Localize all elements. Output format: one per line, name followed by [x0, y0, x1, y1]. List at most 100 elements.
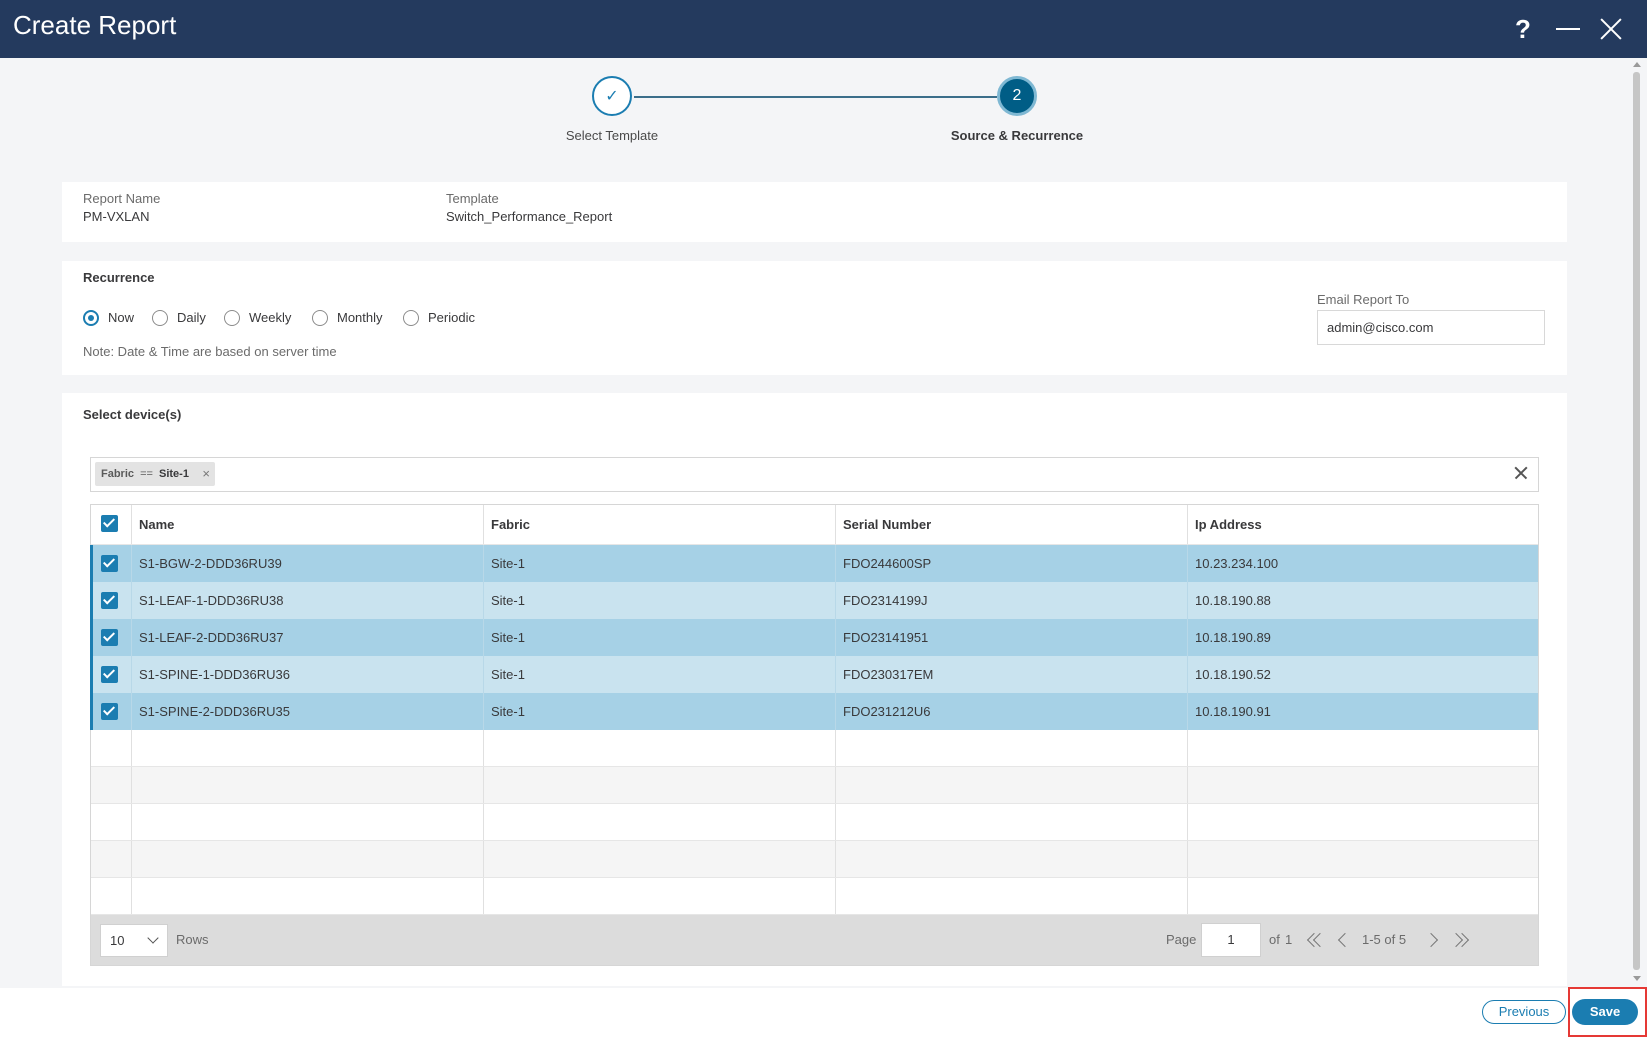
row-checkbox[interactable]	[101, 629, 118, 646]
save-button[interactable]: Save	[1572, 999, 1638, 1025]
cell-name-text: S1-LEAF-1-DDD36RU38	[139, 593, 284, 608]
column-header-name-text: Name	[139, 517, 175, 532]
cell-ip-text: 10.18.190.52	[1195, 667, 1271, 682]
cell-fabric: Site-1	[483, 545, 836, 582]
cell-fabric: Site-1	[483, 619, 836, 656]
total-pages: 1	[1285, 932, 1293, 947]
cell-serial-text: FDO2314199J	[843, 593, 928, 608]
step-select-template-label[interactable]: Select Template	[492, 128, 732, 143]
filter-bar[interactable]: Fabric == Site-1 ×	[90, 457, 1539, 492]
vertical-scrollbar[interactable]	[1629, 58, 1647, 988]
table-header: Name Fabric Serial Number Ip Address	[91, 505, 1538, 545]
scroll-up-arrow-icon[interactable]	[1633, 62, 1641, 67]
email-field[interactable]	[1317, 310, 1545, 345]
column-header-fabric[interactable]: Fabric	[483, 505, 836, 544]
range-text: 1-5 of 5	[1362, 932, 1407, 947]
column-header-serial[interactable]: Serial Number	[835, 505, 1188, 544]
footer-bar	[0, 988, 1647, 1037]
radio-now-indicator	[83, 310, 99, 326]
cell-fabric: Site-1	[483, 582, 836, 619]
rows-per-page-value: 10	[110, 933, 125, 948]
cell-fabric-text: Site-1	[491, 704, 525, 719]
window-header: Create Report ?	[0, 0, 1647, 58]
empty-cell	[483, 804, 836, 840]
empty-cell	[131, 767, 484, 803]
radio-now-label: Now	[108, 310, 135, 325]
cell-ip: 10.18.190.91	[1187, 693, 1539, 730]
row-checkbox[interactable]	[101, 592, 118, 609]
radio-daily-label: Daily	[177, 310, 206, 325]
step-source-recurrence-number: 2	[997, 76, 1037, 116]
table-row[interactable]: S1-LEAF-2-DDD36RU37 Site-1 FDO23141951 1…	[90, 619, 1538, 656]
step-select-template-check-icon[interactable]: ✓	[592, 76, 632, 116]
radio-periodic-label: Periodic	[428, 310, 475, 325]
table-row[interactable]: S1-SPINE-1-DDD36RU36 Site-1 FDO230317EM …	[90, 656, 1538, 693]
cell-ip: 10.23.234.100	[1187, 545, 1539, 582]
rows-per-page-select[interactable]: 10	[100, 924, 168, 957]
filter-chip: Fabric == Site-1 ×	[95, 462, 215, 486]
empty-cell	[131, 730, 484, 766]
table-row[interactable]: S1-SPINE-2-DDD36RU35 Site-1 FDO231212U6 …	[90, 693, 1539, 730]
next-page-icon[interactable]	[1423, 932, 1441, 948]
recurrence-panel: Recurrence Now Daily Weekly Monthly Peri…	[62, 261, 1567, 375]
row-checkbox[interactable]	[101, 666, 118, 683]
row-checkbox-cell	[91, 545, 132, 582]
empty-cell	[835, 841, 1188, 877]
row-checkbox-cell	[91, 619, 132, 656]
select-all-checkbox[interactable]	[101, 515, 118, 532]
wizard-connector	[634, 96, 997, 98]
row-checkbox-cell	[91, 656, 132, 693]
cell-name: S1-SPINE-2-DDD36RU35	[131, 693, 484, 730]
row-checkbox[interactable]	[101, 703, 118, 720]
column-header-ip-text: Ip Address	[1195, 517, 1262, 532]
window-title: Create Report	[13, 10, 177, 40]
cell-fabric-text: Site-1	[491, 667, 525, 682]
cell-serial-text: FDO230317EM	[843, 667, 934, 682]
empty-cell	[483, 730, 836, 766]
clear-filter-icon[interactable]	[1512, 464, 1530, 482]
scroll-down-arrow-icon[interactable]	[1633, 976, 1641, 981]
row-checkbox[interactable]	[101, 555, 118, 572]
cell-fabric-text: Site-1	[491, 556, 525, 571]
cell-name-text: S1-SPINE-2-DDD36RU35	[139, 704, 290, 719]
cell-ip-text: 10.18.190.91	[1195, 704, 1271, 719]
step-source-recurrence-label: Source & Recurrence	[950, 128, 1084, 143]
cell-ip: 10.18.190.88	[1187, 582, 1539, 619]
pagination-bar: 10 Rows Page 1 of 1 1-5 of 5	[91, 915, 1538, 965]
scroll-thumb[interactable]	[1633, 72, 1640, 970]
previous-button[interactable]: Previous	[1482, 1000, 1566, 1024]
empty-cell	[91, 878, 132, 914]
table-row[interactable]: S1-BGW-2-DDD36RU39 Site-1 FDO244600SP 10…	[90, 545, 1539, 582]
table-row[interactable]: S1-LEAF-1-DDD36RU38 Site-1 FDO2314199J 1…	[90, 582, 1539, 619]
cell-ip-text: 10.18.190.89	[1195, 630, 1271, 645]
cell-name-text: S1-LEAF-2-DDD36RU37	[139, 630, 284, 645]
cell-serial-text: FDO23141951	[843, 630, 929, 645]
empty-cell	[91, 804, 132, 840]
empty-cell	[91, 841, 132, 877]
radio-weekly-label: Weekly	[249, 310, 292, 325]
empty-cell	[483, 878, 836, 914]
cell-name: S1-LEAF-2-DDD36RU37	[131, 619, 484, 656]
row-checkbox-cell	[91, 693, 132, 730]
cell-name: S1-LEAF-1-DDD36RU38	[131, 582, 484, 619]
template-value: Switch_Performance_Report	[446, 209, 613, 224]
radio-periodic-indicator	[403, 310, 419, 326]
page-number-input[interactable]: 1	[1201, 923, 1261, 957]
column-header-ip[interactable]: Ip Address	[1187, 505, 1539, 544]
first-page-icon[interactable]	[1306, 932, 1328, 948]
cell-name-text: S1-BGW-2-DDD36RU39	[139, 556, 282, 571]
column-header-name[interactable]: Name	[131, 505, 484, 544]
template-label: Template	[446, 191, 499, 206]
cell-fabric: Site-1	[483, 656, 836, 693]
column-header-serial-text: Serial Number	[843, 517, 932, 532]
minimize-icon[interactable]	[1551, 12, 1585, 46]
remove-filter-icon[interactable]: ×	[202, 462, 210, 486]
last-page-icon[interactable]	[1448, 932, 1470, 948]
close-icon[interactable]	[1594, 12, 1628, 46]
empty-cell	[835, 767, 1188, 803]
report-info-panel: Report Name PM-VXLAN Template Switch_Per…	[62, 182, 1567, 242]
prev-page-icon[interactable]	[1335, 932, 1353, 948]
radio-daily-indicator	[152, 310, 168, 326]
help-icon[interactable]: ?	[1506, 12, 1540, 46]
cell-ip-text: 10.18.190.88	[1195, 593, 1271, 608]
